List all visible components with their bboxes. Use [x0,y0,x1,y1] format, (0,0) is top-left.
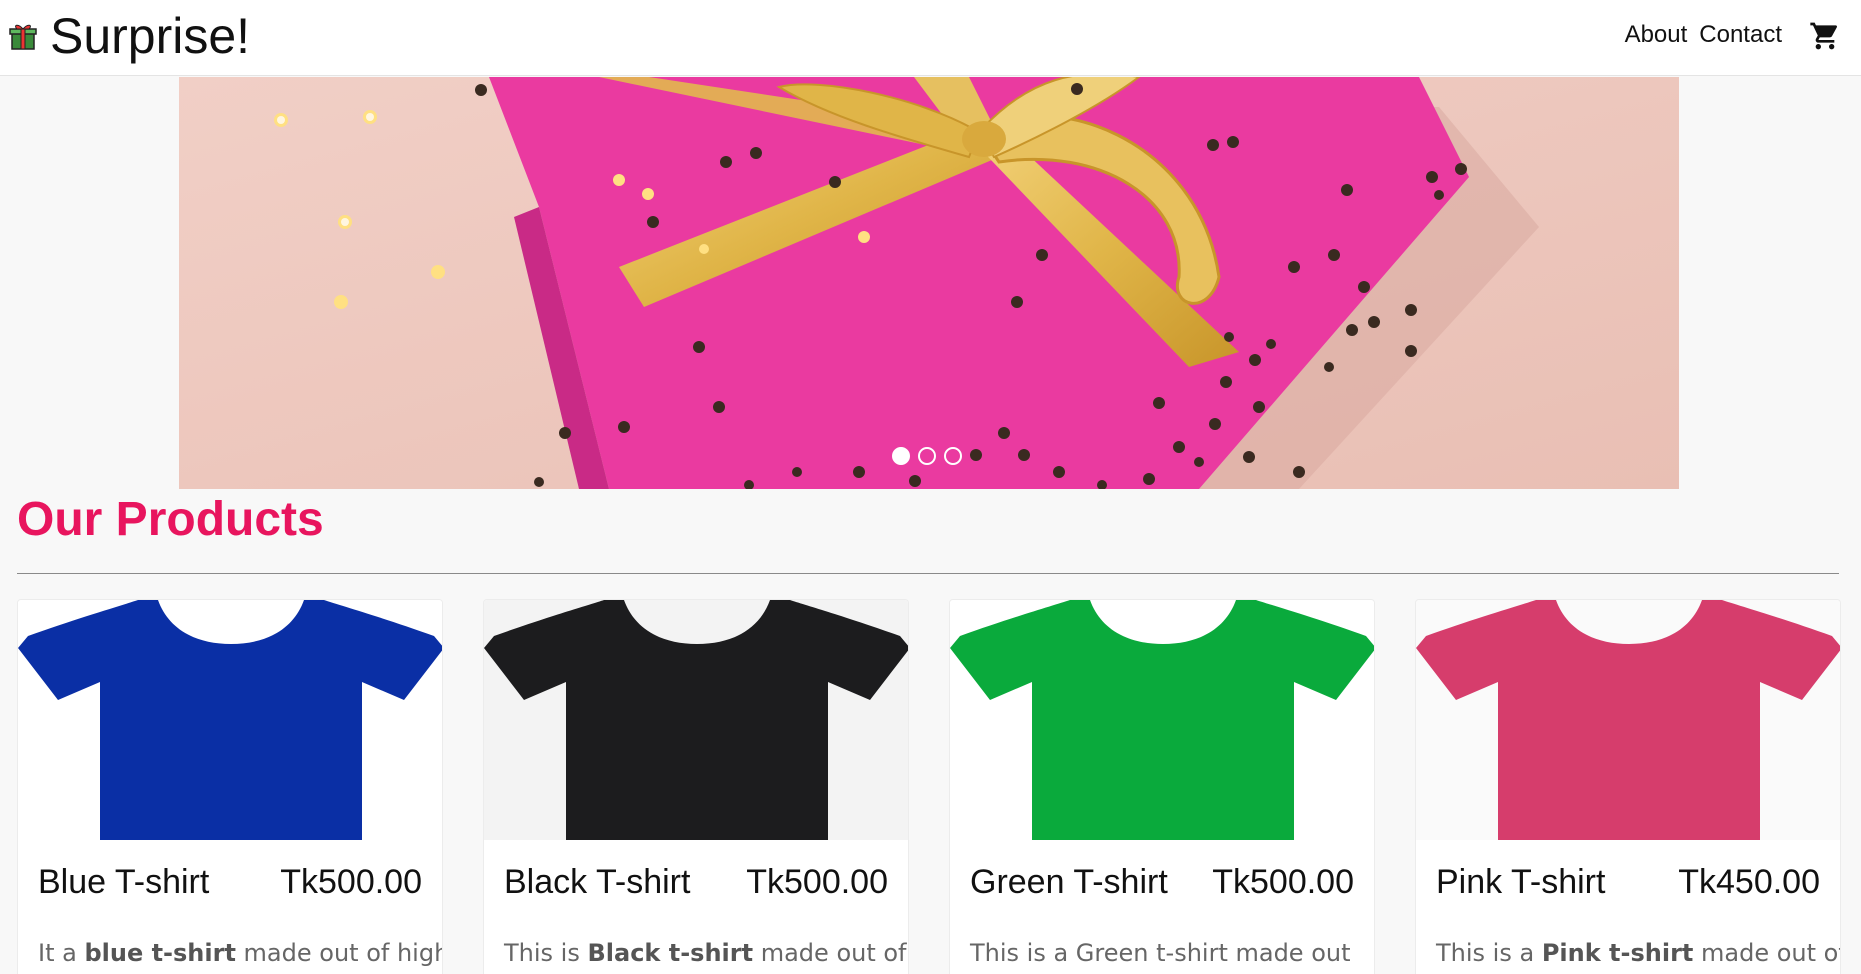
section-title: Our Products [17,493,324,546]
carousel-indicators [892,447,970,465]
product-card[interactable]: Black T-shirt Tk500.00 This is Black t-s… [483,599,909,974]
product-price: Tk450.00 [1678,863,1820,901]
nav-link-about[interactable]: About [1625,20,1688,50]
brand-title: Surprise! [50,8,251,64]
shopping-cart-icon[interactable] [1809,20,1841,52]
product-description: This is Black t-shirt made out of [504,938,907,968]
product-description-text-end: made out of [753,939,907,967]
product-price: Tk500.00 [280,863,422,901]
hero-carousel[interactable] [179,77,1679,489]
product-description-text: This is a Green t-shirt made out [970,939,1351,967]
product-description-text: It a [38,939,85,967]
carousel-indicator-3[interactable] [944,447,962,465]
product-description: It a blue t-shirt made out of high [38,938,442,968]
product-price: Tk500.00 [746,863,888,901]
product-price: Tk500.00 [1212,863,1354,901]
product-card[interactable]: Green T-shirt Tk500.00 This is a Green t… [949,599,1375,974]
product-name[interactable]: Green T-shirt [970,862,1168,902]
product-image [18,600,442,840]
product-description-highlight: Black t-shirt [587,939,754,967]
carousel-indicator-2[interactable] [918,447,936,465]
nav-links: About Contact [1613,20,1782,50]
navbar: Surprise! About Contact [0,0,1861,76]
product-description-highlight: blue t-shirt [84,939,236,967]
product-description: This is a Pink t-shirt made out of [1436,938,1840,968]
product-name[interactable]: Black T-shirt [504,862,690,902]
section-divider [17,573,1839,574]
carousel-indicator-1[interactable] [892,447,910,465]
product-card[interactable]: Pink T-shirt Tk450.00 This is a Pink t-s… [1415,599,1841,974]
product-name[interactable]: Pink T-shirt [1436,862,1605,902]
product-image [1416,600,1840,840]
hero-image [179,77,1679,489]
nav-link-contact[interactable]: Contact [1699,20,1782,50]
product-image [484,600,908,840]
product-name[interactable]: Blue T-shirt [38,862,209,902]
product-card[interactable]: Blue T-shirt Tk500.00 It a blue t-shirt … [17,599,443,974]
product-image [950,600,1374,840]
product-description: This is a Green t-shirt made out [970,938,1360,968]
product-description-text-end: made out of high [235,939,443,967]
product-description-text: This is [504,939,588,967]
product-description-text: This is a [1436,939,1542,967]
brand[interactable]: Surprise! [8,6,250,66]
product-description-text-end: made out of [1693,939,1841,967]
product-description-highlight: Pink t-shirt [1541,939,1694,967]
gift-icon [9,24,37,50]
